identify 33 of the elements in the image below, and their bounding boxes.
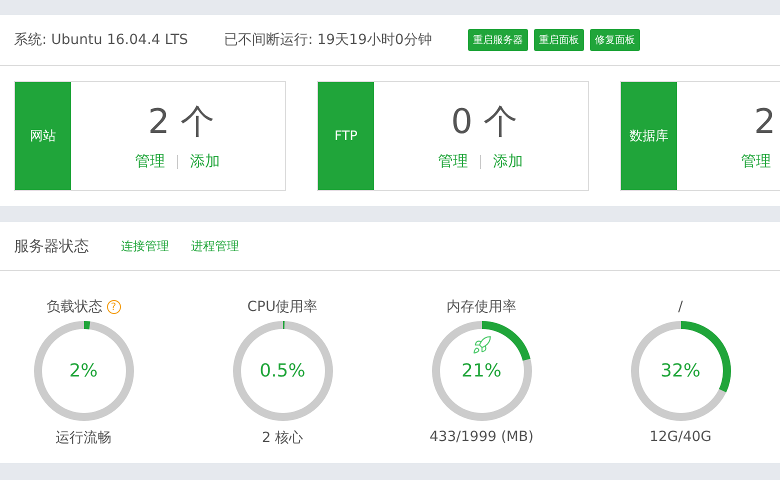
gauge-caption: 运行流畅 bbox=[56, 429, 112, 447]
uptime-text: 已不间断运行: 19天19小时0分钟 bbox=[224, 31, 432, 49]
header-link[interactable]: 连接管理 bbox=[121, 238, 169, 254]
gauge-value: 21% bbox=[462, 360, 502, 382]
gauge-value: 2% bbox=[69, 360, 98, 382]
card-link[interactable]: 管理 bbox=[438, 152, 468, 171]
card-label: 数据库 bbox=[621, 82, 677, 190]
gauge-title: / bbox=[678, 299, 683, 315]
gauge-value: 0.5% bbox=[260, 360, 306, 382]
action-button[interactable]: 重启面板 bbox=[534, 29, 584, 51]
help-icon[interactable]: ? bbox=[106, 300, 120, 314]
card-count: 2 个 bbox=[147, 101, 216, 144]
system-info: 系统: Ubuntu 16.04.4 LTS bbox=[14, 31, 188, 49]
card-count: 0 个 bbox=[450, 101, 518, 144]
card-link[interactable]: 管理 bbox=[135, 152, 165, 171]
gauge-value: 32% bbox=[660, 360, 700, 382]
card-label: FTP bbox=[318, 82, 374, 190]
card-link[interactable]: 添加 bbox=[190, 152, 220, 171]
gauge-title: 负载状态 bbox=[46, 298, 102, 316]
section-title: 服务器状态 bbox=[14, 236, 89, 256]
action-button[interactable]: 修复面板 bbox=[590, 29, 640, 51]
card-link[interactable]: 管理 bbox=[741, 152, 771, 171]
card-label: 网站 bbox=[15, 82, 71, 190]
gauge-title: 内存使用率 bbox=[446, 298, 516, 316]
card-link[interactable]: 添加 bbox=[493, 152, 523, 171]
gauge-caption: 433/1999 (MB) bbox=[429, 429, 534, 445]
gauge-caption: 12G/40G bbox=[649, 429, 712, 445]
rocket-icon[interactable] bbox=[472, 335, 492, 355]
header-link[interactable]: 进程管理 bbox=[191, 238, 239, 254]
gauge-caption: 2 核心 bbox=[262, 429, 304, 447]
gauge-title: CPU使用率 bbox=[247, 298, 318, 316]
card-count: 2 bbox=[753, 101, 777, 144]
action-button[interactable]: 重启服务器 bbox=[468, 29, 528, 51]
